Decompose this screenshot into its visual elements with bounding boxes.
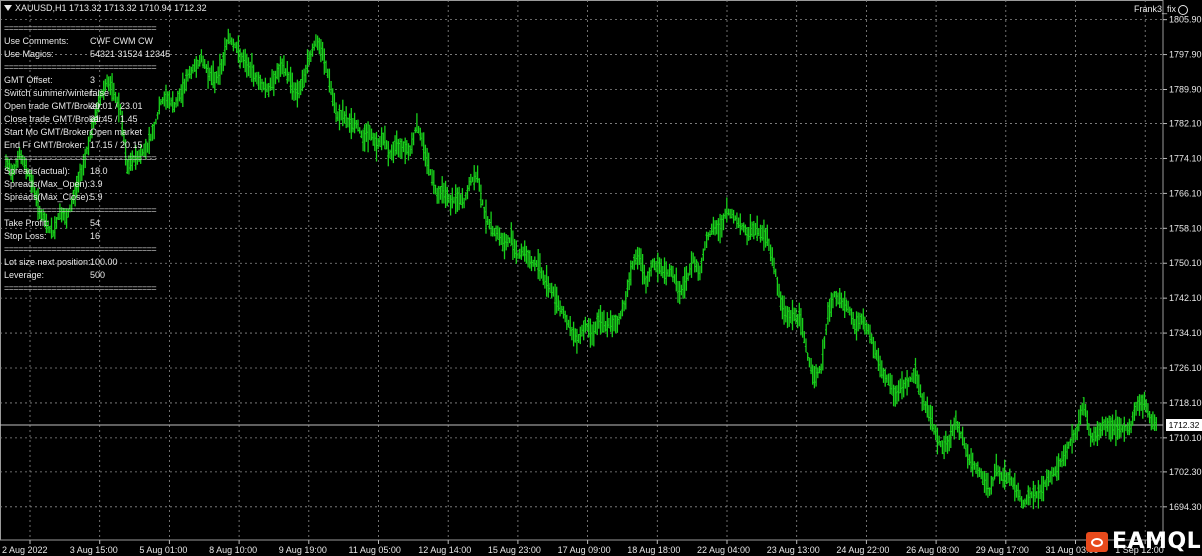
y-tick-label: 1726.10 [1169,363,1202,373]
panel-key: Spreads(actual): [4,166,71,176]
y-tick-label: 1782.10 [1169,119,1202,129]
symbol-line: XAUUSD,H1 1713.32 1713.32 1710.94 1712.3… [15,3,207,13]
panel-value: 3 [90,75,96,85]
brand-logo: EAMQL [1086,530,1201,554]
y-tick-label: 1718.10 [1169,398,1202,408]
separator-text: ================================ [4,283,157,293]
panel-value: 100.00 [90,257,118,267]
panel-value: 3.9 [90,179,103,189]
panel-value: 16 [90,231,101,241]
separator-text: ================================ [4,205,157,215]
panel-value: 54321 31524 12345 [90,49,171,59]
y-tick-label: 1710.10 [1169,433,1202,443]
plot-frame [0,0,1164,541]
x-tick-label: 29 Aug 17:00 [976,545,1029,555]
y-tick-label: 1694.30 [1169,502,1202,512]
separator-text: ================================ [4,62,157,72]
x-tick-label: 17 Aug 09:00 [558,545,611,555]
panel-value: 17.15 / 20.15 [90,140,143,150]
x-tick-label: 3 Aug 15:00 [70,545,118,555]
logo-badge-icon [1086,532,1108,552]
time-axis: 2 Aug 2022 3 Aug 15:00 5 Aug 01:00 8 Aug 10… [2,540,1164,555]
panel-key: Spreads(Max_Close): [4,192,92,202]
panel-key: GMT Offset: [4,75,53,85]
triangle-down-icon [4,5,12,11]
y-tick-label: 1758.10 [1169,223,1202,233]
separator-text: ================================ [4,23,157,33]
x-tick-label: 23 Aug 13:00 [767,545,820,555]
panel-key: Take Profit: [4,218,50,228]
symbol-header: XAUUSD,H1 1713.32 1713.32 1710.94 1712.3… [4,3,207,13]
x-tick-label: 22 Aug 04:00 [697,545,750,555]
panel-key: End Fr GMT/Broker: [4,140,86,150]
y-tick-label: 1734.10 [1169,328,1202,338]
panel-value: 54 [90,218,101,228]
separator-text: ================================ [4,153,157,163]
current-price-tag: 1712.32 [1166,419,1202,431]
panel-key: Switch summer/winter: [4,88,95,98]
panel-value: false [90,88,110,98]
panel-value: 18.0 [90,166,108,176]
price-axis: 1805.90 1797.90 1789.90 1782.10 1774.10 1766.… [1163,15,1202,512]
y-tick-label: 1797.90 [1169,50,1202,60]
panel-key: Spreads(Max_Open): [4,179,91,189]
panel-key: Stop Loss: [4,231,47,241]
panel-key: Use Magics: [4,49,54,59]
panel-value: 5.9 [90,192,103,202]
y-tick-label: 1789.90 [1169,84,1202,94]
panel-value: 20.01 / 23.01 [90,101,143,111]
panel-value: Open market [90,127,143,137]
x-tick-label: 8 Aug 10:00 [209,545,257,555]
y-tick-label: 1702.30 [1169,467,1202,477]
price-chart: 1805.90 1797.90 1789.90 1782.10 1774.10 1766.… [0,0,1202,555]
panel-value: 500 [90,270,106,280]
smiley-icon [1178,4,1188,15]
separator-text: ================================ [4,244,157,254]
panel-value: 21.45 / 1.45 [90,114,138,124]
x-tick-label: 26 Aug 08:00 [906,545,959,555]
x-tick-label: 12 Aug 14:00 [418,545,471,555]
panel-key: Lot size next position: [4,257,91,267]
ea-name: Frank3_fix [1133,4,1176,14]
x-tick-label: 9 Aug 19:00 [279,545,327,555]
x-tick-label: 11 Aug 05:00 [349,545,401,555]
x-tick-label: 5 Aug 01:00 [139,545,187,555]
x-tick-label: 24 Aug 22:00 [836,545,889,555]
panel-key: Start Mo GMT/Broker: [4,127,93,137]
logo-text: EAMQL [1112,529,1202,554]
y-tick-label: 1742.10 [1169,293,1202,303]
x-tick-label: 2 Aug 2022 [2,545,48,555]
y-tick-label: 1766.10 [1169,188,1202,198]
y-tick-label: 1750.10 [1169,258,1202,268]
y-tick-label: 1774.10 [1169,153,1202,163]
chart-grid [0,0,1164,541]
panel-key: Leverage: [4,270,45,280]
price-bars [4,28,1157,510]
y-tick-label: 1805.90 [1169,15,1202,25]
x-tick-label: 15 Aug 23:00 [488,545,541,555]
panel-value: CWF CWM CW [90,36,153,46]
x-tick-label: 18 Aug 18:00 [627,545,680,555]
panel-key: Use Comments: [4,36,69,46]
ea-label[interactable]: Frank3_fix [1134,4,1188,15]
panel-key: Open trade GMT/Broker: [4,101,104,111]
